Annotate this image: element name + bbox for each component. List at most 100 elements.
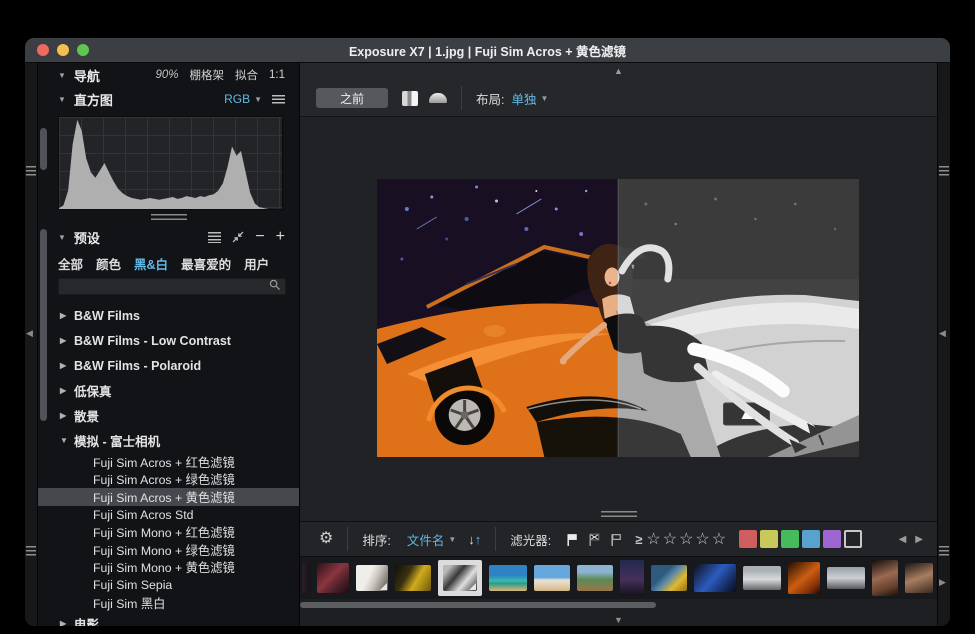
preset-item[interactable]: Fuji Sim 黑白 xyxy=(38,594,299,612)
left-panel-drag-handle-2[interactable] xyxy=(26,546,36,556)
preset-group[interactable]: ▼模拟 - 富士相机 xyxy=(38,428,299,453)
right-panel-drag-handle[interactable] xyxy=(939,166,949,176)
collapse-filmstrip-icon[interactable]: ▼ xyxy=(614,615,623,625)
chevron-down-icon[interactable]: ▼ xyxy=(58,233,66,242)
chevron-down-icon[interactable]: ▼ xyxy=(60,436,74,445)
thumb-yellow-car[interactable] xyxy=(395,565,431,591)
collapse-left-panel-icon[interactable]: ◀ xyxy=(26,329,33,338)
filmstrip-next-icon[interactable]: ▶ xyxy=(915,534,923,545)
star-icon[interactable]: ☆ xyxy=(712,529,726,549)
thumb-portrait-dark[interactable] xyxy=(620,560,644,596)
color-label-swatch-5[interactable] xyxy=(823,530,841,548)
sort-direction-toggle[interactable]: ↓ ↑ xyxy=(468,532,481,547)
expand-right-panel-icon[interactable]: ◀ xyxy=(939,329,946,338)
histogram-scrollbar[interactable] xyxy=(40,128,47,170)
thumb-face-1[interactable] xyxy=(872,560,898,596)
maximize-window-button[interactable] xyxy=(77,44,89,56)
sort-asc-icon[interactable]: ↑ xyxy=(475,532,482,547)
preset-tab-3[interactable]: 黑&白 xyxy=(134,254,168,273)
selected-thumbnail-frame[interactable] xyxy=(438,560,482,596)
preset-tab-2[interactable]: 颜色 xyxy=(96,254,121,273)
thumb-bw-car[interactable] xyxy=(443,565,477,591)
channel-selector[interactable]: RGB xyxy=(224,92,250,106)
preset-group[interactable]: ▶电影 xyxy=(38,611,299,626)
preset-item[interactable]: Fuji Sim Mono + 绿色滤镜 xyxy=(38,541,299,559)
thumb-partial[interactable] xyxy=(302,563,310,593)
chevron-down-icon[interactable]: ▼ xyxy=(541,94,549,103)
thumb-blue-car[interactable] xyxy=(694,564,736,592)
chevron-down-icon[interactable]: ▼ xyxy=(448,535,456,544)
thumb-white-car-2[interactable] xyxy=(827,567,865,589)
thumb-portrait-red[interactable] xyxy=(317,563,349,593)
star-icon[interactable]: ☆ xyxy=(663,529,677,549)
preset-item[interactable]: Fuji Sim Sepia xyxy=(38,576,299,594)
star-icon[interactable]: ☆ xyxy=(695,529,709,549)
preset-group[interactable]: ▶B&W Films - Low Contrast xyxy=(38,328,299,353)
preset-tab-1[interactable]: 全部 xyxy=(58,254,83,273)
thumb-bw-art[interactable] xyxy=(356,565,388,591)
viewer-splitter-handle[interactable] xyxy=(601,511,637,518)
chevron-down-icon[interactable]: ▼ xyxy=(254,95,262,104)
no-color-label-swatch[interactable] xyxy=(844,530,862,548)
thumb-white-car[interactable] xyxy=(743,566,781,590)
preview-photo[interactable] xyxy=(377,179,859,457)
preset-tab-4[interactable]: 最喜爱的 xyxy=(181,254,231,273)
filmstrip-scroll-right-icon[interactable]: ▶ xyxy=(939,578,946,587)
color-label-swatch-3[interactable] xyxy=(781,530,799,548)
add-preset-icon[interactable]: + xyxy=(276,229,285,245)
color-label-swatch-1[interactable] xyxy=(739,530,757,548)
preset-item[interactable]: Fuji Sim Mono + 黄色滤镜 xyxy=(38,559,299,577)
presets-header[interactable]: ▼ 预设 − + xyxy=(38,224,299,250)
preset-group[interactable]: ▶散景 xyxy=(38,403,299,428)
zoom-percent[interactable]: 90% xyxy=(155,69,178,81)
preset-list-view-icon[interactable] xyxy=(208,232,221,243)
layout-selector[interactable]: 单独 xyxy=(511,89,536,108)
rating-operator[interactable]: ≥ xyxy=(635,532,642,547)
filmstrip-scrollbar[interactable] xyxy=(300,602,656,608)
navigation-header[interactable]: ▼ 导航 90% 棚格架 拟合 1:1 xyxy=(38,63,299,87)
star-icon[interactable]: ☆ xyxy=(646,529,660,549)
collapse-all-icon[interactable] xyxy=(232,231,244,243)
thumb-beach-tropical[interactable] xyxy=(489,565,527,591)
preset-item[interactable]: Fuji Sim Acros + 红色滤镜 xyxy=(38,453,299,471)
chevron-down-icon[interactable]: ▼ xyxy=(58,95,66,104)
preset-item[interactable]: Fuji Sim Acros Std xyxy=(38,506,299,524)
soft-proof-icon[interactable] xyxy=(429,93,447,103)
preset-item[interactable]: Fuji Sim Mono + 红色滤镜 xyxy=(38,523,299,541)
thumb-face-2[interactable] xyxy=(905,563,933,593)
preset-group[interactable]: ▶B&W Films - Polaroid xyxy=(38,353,299,378)
preset-item[interactable]: Fuji Sim Acros + 绿色滤镜 xyxy=(38,471,299,489)
preset-group[interactable]: ▶低保真 xyxy=(38,378,299,403)
zoom-mode-fill[interactable]: 棚格架 xyxy=(190,67,225,83)
thumb-beach-sand[interactable] xyxy=(534,565,570,591)
zoom-mode-1-1[interactable]: 1:1 xyxy=(269,69,285,81)
zoom-mode-fit[interactable]: 拟合 xyxy=(235,67,258,83)
chevron-right-icon[interactable]: ▶ xyxy=(60,336,74,345)
thumb-landscape[interactable] xyxy=(577,565,613,591)
preset-search-input[interactable] xyxy=(58,278,286,295)
left-panel-drag-handle[interactable] xyxy=(26,166,36,176)
right-panel-drag-handle-2[interactable] xyxy=(939,546,949,556)
thumb-jetski[interactable] xyxy=(651,565,687,591)
preset-tab-5[interactable]: 用户 xyxy=(244,254,269,273)
chevron-down-icon[interactable]: ▼ xyxy=(58,71,66,80)
histogram-menu-icon[interactable] xyxy=(272,95,285,104)
chevron-right-icon[interactable]: ▶ xyxy=(60,361,74,370)
close-window-button[interactable] xyxy=(37,44,49,56)
histogram-header[interactable]: ▼ 直方图 RGB ▼ xyxy=(38,87,299,111)
gear-icon[interactable]: ⚙ xyxy=(319,531,333,547)
collapse-toolbar-icon[interactable]: ▲ xyxy=(614,66,623,76)
before-button[interactable]: 之前 xyxy=(316,88,388,108)
remove-preset-icon[interactable]: − xyxy=(255,229,264,245)
flag-pick-icon[interactable] xyxy=(565,532,580,547)
chevron-right-icon[interactable]: ▶ xyxy=(60,386,74,395)
chevron-right-icon[interactable]: ▶ xyxy=(60,311,74,320)
split-preview-icon[interactable] xyxy=(402,91,418,106)
chevron-right-icon[interactable]: ▶ xyxy=(60,619,74,626)
thumb-orange-model[interactable] xyxy=(788,562,820,594)
flag-reject-icon[interactable] xyxy=(587,532,602,547)
chevron-right-icon[interactable]: ▶ xyxy=(60,411,74,420)
filmstrip-prev-icon[interactable]: ◀ xyxy=(899,534,907,545)
minimize-window-button[interactable] xyxy=(57,44,69,56)
preset-scrollbar[interactable] xyxy=(40,229,47,421)
